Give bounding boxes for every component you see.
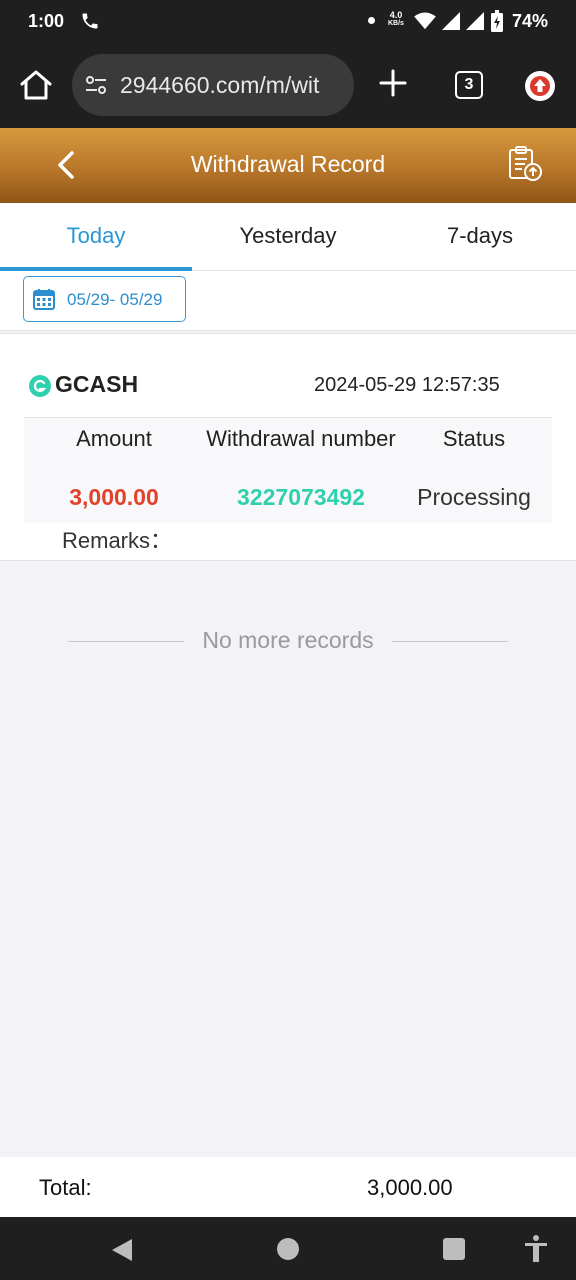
phone-call-icon [82,13,98,29]
divider-right [392,641,508,642]
column-header-amount: Amount [76,426,152,451]
tab-7-days[interactable]: 7-days [384,203,576,271]
payment-method: GCASH [55,371,139,397]
status-bar: 1:00 4.0 KB/s 74% [0,0,576,44]
nav-back-icon[interactable] [110,1237,134,1263]
clipboard-upload-icon[interactable] [505,144,545,184]
gcash-logo-icon [29,375,51,397]
record-details-table: Amount Withdrawal number Status 3,000.00… [24,417,552,523]
signal-icon [442,12,460,30]
address-bar[interactable]: 2944660.com/m/wit [72,54,354,116]
home-icon[interactable] [18,68,54,102]
tab-today[interactable]: Today [0,203,192,271]
total-bar: Total: 3,000.00 [0,1157,576,1217]
update-button[interactable] [525,71,555,101]
browser-toolbar: 2944660.com/m/wit 3 [0,44,576,128]
end-of-list: No more records [0,624,576,658]
tab-switcher-button[interactable]: 3 [455,71,483,99]
column-header-withdrawal-number: Withdrawal number [206,426,396,451]
record-amount: 3,000.00 [69,484,159,510]
system-navigation-bar [0,1217,576,1280]
date-range-picker[interactable]: 05/29- 05/29 [23,276,186,322]
tab-yesterday[interactable]: Yesterday [192,203,384,271]
record-status: Processing [417,484,531,510]
date-filter-row: 05/29- 05/29 [0,271,576,331]
site-settings-icon[interactable] [84,73,108,97]
signal-icon-2 [466,12,484,30]
remarks-label: Remarks： [62,528,173,553]
arrow-up-icon [530,76,550,96]
nav-recents-icon[interactable] [443,1238,465,1260]
date-range-text: 05/29- 05/29 [67,290,163,309]
network-speed: 4.0 KB/s [388,10,404,28]
battery-percent: 74% [512,11,549,31]
notification-dot-icon [368,17,375,24]
page-title: Withdrawal Record [190,151,386,177]
network-speed-value: 4.0 [389,10,403,20]
total-label: Total: [39,1175,92,1200]
accessibility-icon[interactable] [523,1234,549,1264]
record-withdrawal-number: 3227073492 [237,484,365,510]
network-speed-unit: KB/s [388,20,404,27]
total-value: 3,000.00 [367,1175,453,1200]
column-header-status: Status [442,426,506,451]
record-datetime: 2024-05-29 12:57:35 [314,374,500,396]
withdrawal-record-card[interactable]: GCASH 2024-05-29 12:57:35 Amount Withdra… [0,333,576,561]
url-text[interactable]: 2944660.com/m/wit [120,72,346,99]
status-time: 1:00 [28,11,65,31]
wifi-icon [414,12,436,30]
app-header: Withdrawal Record [0,128,576,203]
battery-icon [491,10,503,32]
new-tab-icon[interactable] [378,68,408,98]
nav-home-icon[interactable] [277,1238,299,1260]
date-tabs: Today Yesterday 7-days [0,203,576,271]
calendar-icon [33,289,55,310]
